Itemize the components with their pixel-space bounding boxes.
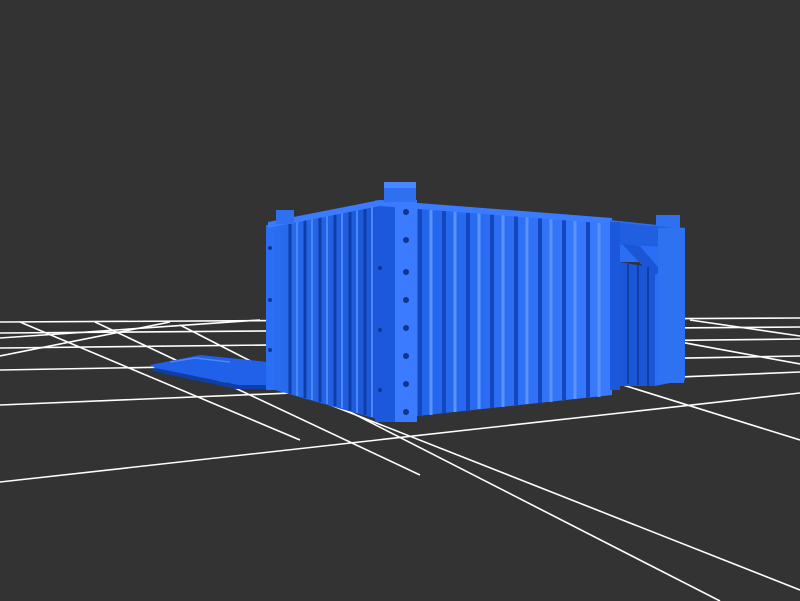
3d-viewport[interactable] — [0, 0, 800, 601]
container-door-frame[interactable] — [610, 220, 685, 390]
viewport-canvas[interactable] — [0, 0, 800, 601]
container-left-side[interactable] — [266, 202, 380, 420]
grid-line — [0, 321, 171, 357]
grid-line — [0, 319, 261, 339]
